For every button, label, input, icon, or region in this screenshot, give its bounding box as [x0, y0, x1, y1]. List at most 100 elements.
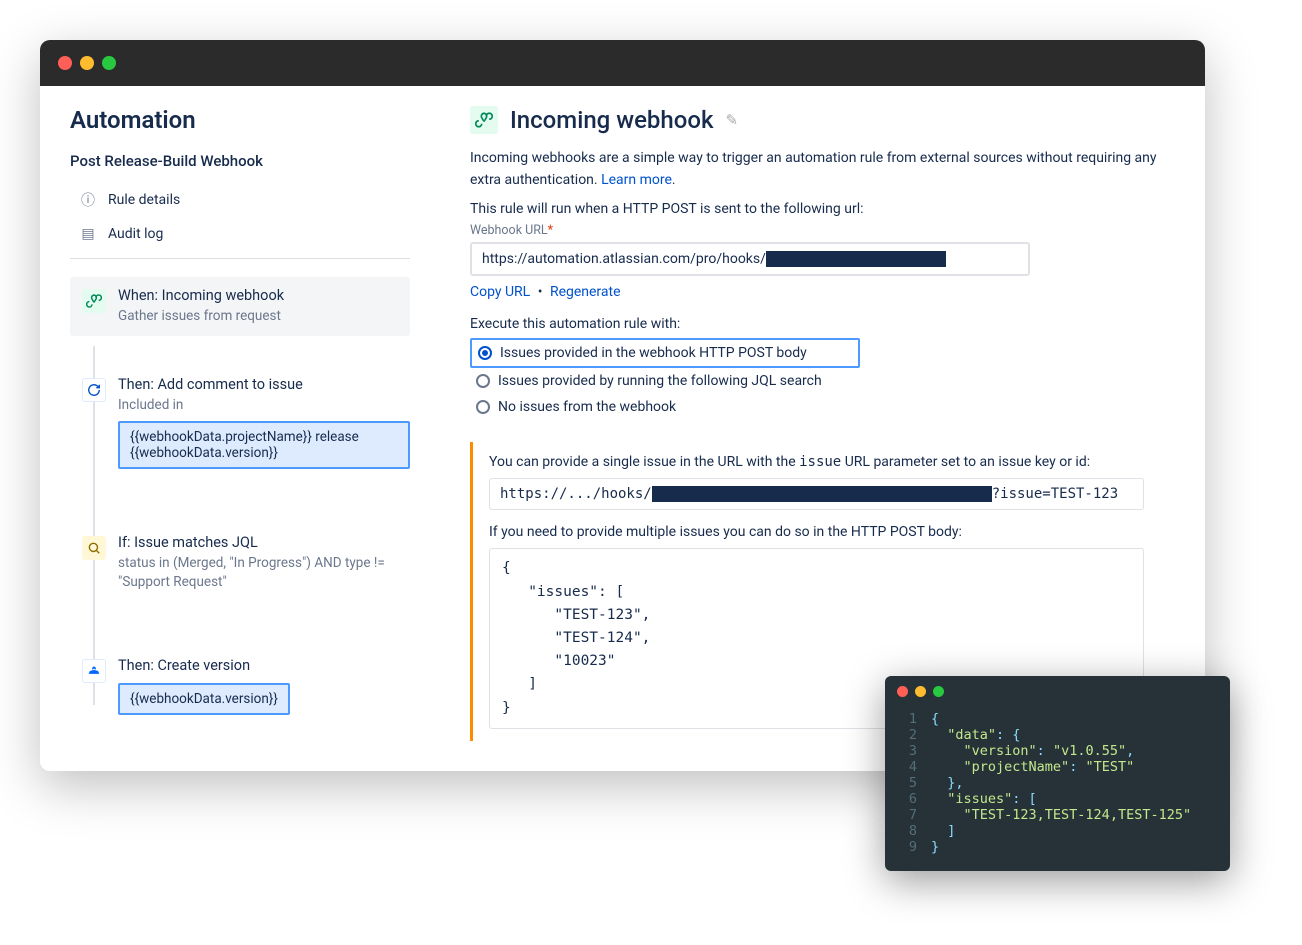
info-icon: ⓘ — [80, 190, 96, 210]
url-label-text: Webhook URL — [470, 223, 548, 238]
radio-issues-from-body[interactable]: Issues provided in the webhook HTTP POST… — [470, 338, 860, 368]
example-url-prefix: https://.../hooks/ — [500, 486, 652, 502]
nav-rule-details[interactable]: ⓘ Rule details — [70, 182, 410, 218]
line-number: 7 — [897, 807, 917, 823]
window-minimize-icon[interactable] — [80, 56, 94, 70]
step-highlight: {{webhookData.version}} — [118, 683, 290, 715]
rule-sidebar: Automation Post Release-Build Webhook ⓘ … — [70, 106, 410, 741]
single-issue-help: You can provide a single issue in the UR… — [489, 454, 1175, 470]
code-text: "issues": [ — [931, 791, 1037, 807]
multi-issue-help: If you need to provide multiple issues y… — [489, 524, 1175, 540]
window-close-icon[interactable] — [897, 686, 908, 697]
webhook-icon — [470, 106, 498, 134]
radio-label: Issues provided by running the following… — [498, 373, 822, 389]
code-line: 1{ — [897, 711, 1218, 727]
edit-icon[interactable]: ✎ — [726, 111, 739, 129]
code-window-titlebar — [885, 676, 1230, 707]
webhook-url-input[interactable]: https://automation.atlassian.com/pro/hoo… — [470, 242, 1030, 276]
log-icon: ▤ — [80, 226, 96, 242]
line-number: 5 — [897, 775, 917, 791]
code-body: 1{ 2 "data": { 3 "version": "v1.0.55", 4… — [885, 707, 1230, 871]
radio-no-issues[interactable]: No issues from the webhook — [470, 394, 1175, 420]
code-text: ] — [931, 823, 955, 839]
trigger-card[interactable]: When: Incoming webhook Gather issues fro… — [70, 277, 410, 336]
code-line: 6 "issues": [ — [897, 791, 1218, 807]
run-when-text: This rule will run when a HTTP POST is s… — [470, 201, 1175, 217]
window-maximize-icon[interactable] — [102, 56, 116, 70]
page-title: Automation — [70, 106, 410, 134]
code-line: 3 "version": "v1.0.55", — [897, 743, 1218, 759]
app-window: Automation Post Release-Build Webhook ⓘ … — [40, 40, 1205, 771]
code-line: 5 }, — [897, 775, 1218, 791]
step-title: Then: Create version — [118, 657, 410, 674]
code-text: "data": { — [931, 727, 1020, 743]
ship-icon — [82, 659, 106, 683]
separator: • — [538, 284, 543, 300]
search-icon — [82, 536, 106, 560]
window-titlebar — [40, 40, 1205, 86]
line-number: 2 — [897, 727, 917, 743]
panel-description: Incoming webhooks are a simple way to tr… — [470, 148, 1175, 191]
period: . — [672, 172, 676, 188]
code-text: "TEST-123,TEST-124,TEST-125" — [931, 807, 1191, 823]
redacted-token — [652, 486, 992, 502]
nav-label: Rule details — [108, 192, 180, 208]
example-url-input[interactable]: https://.../hooks/ ?issue=TEST-123 — [489, 478, 1144, 510]
code-line: 2 "data": { — [897, 727, 1218, 743]
code-text: "version": "v1.0.55", — [931, 743, 1134, 759]
required-star: * — [548, 223, 553, 238]
radio-icon — [476, 400, 490, 414]
step-title: Then: Add comment to issue — [118, 376, 410, 393]
code-text: "projectName": "TEST" — [931, 759, 1134, 775]
window-minimize-icon[interactable] — [915, 686, 926, 697]
radio-label: Issues provided in the webhook HTTP POST… — [500, 345, 807, 361]
trigger-subtitle: Gather issues from request — [118, 307, 398, 326]
example-url-suffix: ?issue=TEST-123 — [992, 486, 1118, 502]
radio-icon — [476, 374, 490, 388]
copy-url-link[interactable]: Copy URL — [470, 284, 530, 300]
radio-group-execute: Issues provided in the webhook HTTP POST… — [470, 338, 1175, 420]
step-subtitle: Included in — [118, 396, 410, 415]
code-line: 9} — [897, 839, 1218, 855]
radio-issues-from-jql[interactable]: Issues provided by running the following… — [470, 368, 1175, 394]
window-maximize-icon[interactable] — [933, 686, 944, 697]
nav-audit-log[interactable]: ▤ Audit log — [70, 218, 410, 250]
line-number: 8 — [897, 823, 917, 839]
webhook-icon — [82, 289, 106, 313]
window-close-icon[interactable] — [58, 56, 72, 70]
learn-more-link[interactable]: Learn more — [601, 172, 672, 188]
redacted-token — [766, 251, 946, 267]
code-text: { — [931, 711, 939, 727]
step-create-version[interactable]: Then: Create version {{webhookData.versi… — [82, 657, 410, 725]
desc-text: Incoming webhooks are a simple way to tr… — [470, 150, 1157, 188]
line-number: 3 — [897, 743, 917, 759]
url-field-label: Webhook URL* — [470, 223, 1175, 238]
step-if-jql[interactable]: If: Issue matches JQL status in (Merged,… — [82, 534, 410, 647]
step-add-comment[interactable]: Then: Add comment to issue Included in {… — [82, 376, 410, 524]
radio-icon — [478, 346, 492, 360]
code-line: 8 ] — [897, 823, 1218, 839]
line-number: 6 — [897, 791, 917, 807]
inline-code: issue — [799, 454, 841, 470]
nav-label: Audit log — [108, 226, 163, 242]
help-text-a: You can provide a single issue in the UR… — [489, 454, 799, 470]
rule-name: Post Release-Build Webhook — [70, 152, 410, 170]
trigger-title: When: Incoming webhook — [118, 287, 398, 304]
step-highlight: {{webhookData.projectName}} release {{we… — [118, 421, 410, 469]
radio-label: No issues from the webhook — [498, 399, 676, 415]
floating-code-window: 1{ 2 "data": { 3 "version": "v1.0.55", 4… — [885, 676, 1230, 871]
refresh-icon — [82, 378, 106, 402]
code-line: 7 "TEST-123,TEST-124,TEST-125" — [897, 807, 1218, 823]
execute-label: Execute this automation rule with: — [470, 316, 1175, 332]
regenerate-link[interactable]: Regenerate — [550, 284, 621, 300]
code-text: }, — [931, 775, 964, 791]
step-subtitle: status in (Merged, "In Progress") AND ty… — [118, 554, 410, 592]
code-line: 4 "projectName": "TEST" — [897, 759, 1218, 775]
line-number: 4 — [897, 759, 917, 775]
divider — [70, 258, 410, 259]
panel-title: Incoming webhook — [510, 106, 714, 134]
detail-panel: Incoming webhook ✎ Incoming webhooks are… — [470, 106, 1175, 741]
line-number: 9 — [897, 839, 917, 855]
step-title: If: Issue matches JQL — [118, 534, 410, 551]
code-text: } — [931, 839, 939, 855]
